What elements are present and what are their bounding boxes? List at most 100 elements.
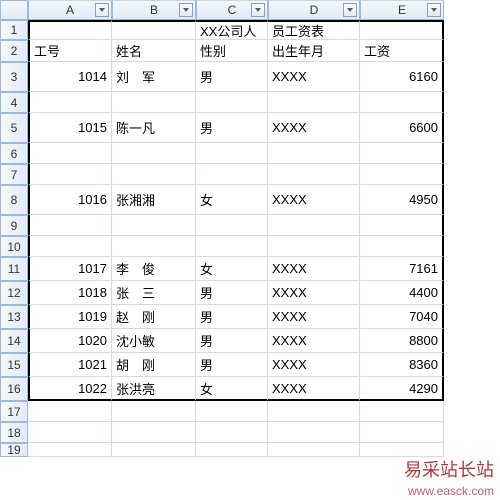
cell-A18[interactable] bbox=[28, 422, 112, 443]
filter-dropdown-icon[interactable] bbox=[95, 3, 109, 17]
cell-D5[interactable]: XXXX bbox=[268, 113, 360, 143]
cell-C2[interactable]: 性别 bbox=[196, 40, 268, 62]
row-header-16[interactable]: 16 bbox=[0, 377, 28, 401]
cell-C18[interactable] bbox=[196, 422, 268, 443]
cell-C17[interactable] bbox=[196, 401, 268, 422]
cell-A1[interactable] bbox=[28, 20, 112, 40]
cell-C13[interactable]: 男 bbox=[196, 305, 268, 329]
cell-E6[interactable] bbox=[360, 143, 444, 164]
cell-D15[interactable]: XXXX bbox=[268, 353, 360, 377]
cell-B9[interactable] bbox=[112, 215, 196, 236]
cell-B1[interactable] bbox=[112, 20, 196, 40]
cell-E2[interactable]: 工资 bbox=[360, 40, 444, 62]
cell-E9[interactable] bbox=[360, 215, 444, 236]
cell-D8[interactable]: XXXX bbox=[268, 185, 360, 215]
cell-A9[interactable] bbox=[28, 215, 112, 236]
cell-A10[interactable] bbox=[28, 236, 112, 257]
cell-E3[interactable]: 6160 bbox=[360, 62, 444, 92]
cell-D17[interactable] bbox=[268, 401, 360, 422]
select-all-corner[interactable] bbox=[0, 0, 28, 20]
cell-B15[interactable]: 胡 刚 bbox=[112, 353, 196, 377]
cell-A5[interactable]: 1015 bbox=[28, 113, 112, 143]
cell-D18[interactable] bbox=[268, 422, 360, 443]
cell-E7[interactable] bbox=[360, 164, 444, 185]
cell-C1[interactable]: XX公司人 bbox=[196, 20, 268, 40]
cell-C3[interactable]: 男 bbox=[196, 62, 268, 92]
cell-E5[interactable]: 6600 bbox=[360, 113, 444, 143]
cell-C12[interactable]: 男 bbox=[196, 281, 268, 305]
row-header-4[interactable]: 4 bbox=[0, 92, 28, 113]
cell-B12[interactable]: 张 三 bbox=[112, 281, 196, 305]
cell-B2[interactable]: 姓名 bbox=[112, 40, 196, 62]
row-header-8[interactable]: 8 bbox=[0, 185, 28, 215]
cell-A4[interactable] bbox=[28, 92, 112, 113]
cell-B6[interactable] bbox=[112, 143, 196, 164]
filter-dropdown-icon[interactable] bbox=[427, 3, 441, 17]
cell-C6[interactable] bbox=[196, 143, 268, 164]
cell-E10[interactable] bbox=[360, 236, 444, 257]
cell-B11[interactable]: 李 俊 bbox=[112, 257, 196, 281]
cell-A7[interactable] bbox=[28, 164, 112, 185]
row-header-2[interactable]: 2 bbox=[0, 40, 28, 62]
row-header-18[interactable]: 18 bbox=[0, 422, 28, 443]
filter-dropdown-icon[interactable] bbox=[343, 3, 357, 17]
row-header-13[interactable]: 13 bbox=[0, 305, 28, 329]
filter-dropdown-icon[interactable] bbox=[179, 3, 193, 17]
cell-C9[interactable] bbox=[196, 215, 268, 236]
column-header-c[interactable]: C bbox=[196, 0, 268, 20]
cell-A2[interactable]: 工号 bbox=[28, 40, 112, 62]
cell-C8[interactable]: 女 bbox=[196, 185, 268, 215]
cell-D6[interactable] bbox=[268, 143, 360, 164]
cell-D12[interactable]: XXXX bbox=[268, 281, 360, 305]
row-header-7[interactable]: 7 bbox=[0, 164, 28, 185]
cell-E19[interactable] bbox=[360, 443, 444, 457]
cell-D11[interactable]: XXXX bbox=[268, 257, 360, 281]
cell-E18[interactable] bbox=[360, 422, 444, 443]
cell-C14[interactable]: 男 bbox=[196, 329, 268, 353]
cell-A8[interactable]: 1016 bbox=[28, 185, 112, 215]
cell-B5[interactable]: 陈一凡 bbox=[112, 113, 196, 143]
cell-D10[interactable] bbox=[268, 236, 360, 257]
cell-E17[interactable] bbox=[360, 401, 444, 422]
cell-B16[interactable]: 张洪亮 bbox=[112, 377, 196, 401]
cell-E13[interactable]: 7040 bbox=[360, 305, 444, 329]
cell-C5[interactable]: 男 bbox=[196, 113, 268, 143]
row-header-1[interactable]: 1 bbox=[0, 20, 28, 40]
filter-dropdown-icon[interactable] bbox=[251, 3, 265, 17]
cell-D2[interactable]: 出生年月 bbox=[268, 40, 360, 62]
cell-A13[interactable]: 1019 bbox=[28, 305, 112, 329]
cell-C10[interactable] bbox=[196, 236, 268, 257]
column-header-e[interactable]: E bbox=[360, 0, 444, 20]
cell-B3[interactable]: 刘 军 bbox=[112, 62, 196, 92]
cell-A14[interactable]: 1020 bbox=[28, 329, 112, 353]
cell-D7[interactable] bbox=[268, 164, 360, 185]
cell-C16[interactable]: 女 bbox=[196, 377, 268, 401]
cell-C19[interactable] bbox=[196, 443, 268, 457]
cell-A15[interactable]: 1021 bbox=[28, 353, 112, 377]
cell-D1[interactable]: 员工资表 bbox=[268, 20, 360, 40]
cell-B7[interactable] bbox=[112, 164, 196, 185]
row-header-14[interactable]: 14 bbox=[0, 329, 28, 353]
cell-B14[interactable]: 沈小敏 bbox=[112, 329, 196, 353]
cell-A16[interactable]: 1022 bbox=[28, 377, 112, 401]
row-header-3[interactable]: 3 bbox=[0, 62, 28, 92]
cell-B4[interactable] bbox=[112, 92, 196, 113]
cell-E16[interactable]: 4290 bbox=[360, 377, 444, 401]
cell-B8[interactable]: 张湘湘 bbox=[112, 185, 196, 215]
cell-A19[interactable] bbox=[28, 443, 112, 457]
row-header-6[interactable]: 6 bbox=[0, 143, 28, 164]
row-header-12[interactable]: 12 bbox=[0, 281, 28, 305]
row-header-17[interactable]: 17 bbox=[0, 401, 28, 422]
cell-D3[interactable]: XXXX bbox=[268, 62, 360, 92]
cell-D13[interactable]: XXXX bbox=[268, 305, 360, 329]
cell-A17[interactable] bbox=[28, 401, 112, 422]
cell-D4[interactable] bbox=[268, 92, 360, 113]
cell-C7[interactable] bbox=[196, 164, 268, 185]
cell-A3[interactable]: 1014 bbox=[28, 62, 112, 92]
column-header-b[interactable]: B bbox=[112, 0, 196, 20]
cell-C15[interactable]: 男 bbox=[196, 353, 268, 377]
cell-E8[interactable]: 4950 bbox=[360, 185, 444, 215]
cell-D14[interactable]: XXXX bbox=[268, 329, 360, 353]
cell-D16[interactable]: XXXX bbox=[268, 377, 360, 401]
row-header-15[interactable]: 15 bbox=[0, 353, 28, 377]
